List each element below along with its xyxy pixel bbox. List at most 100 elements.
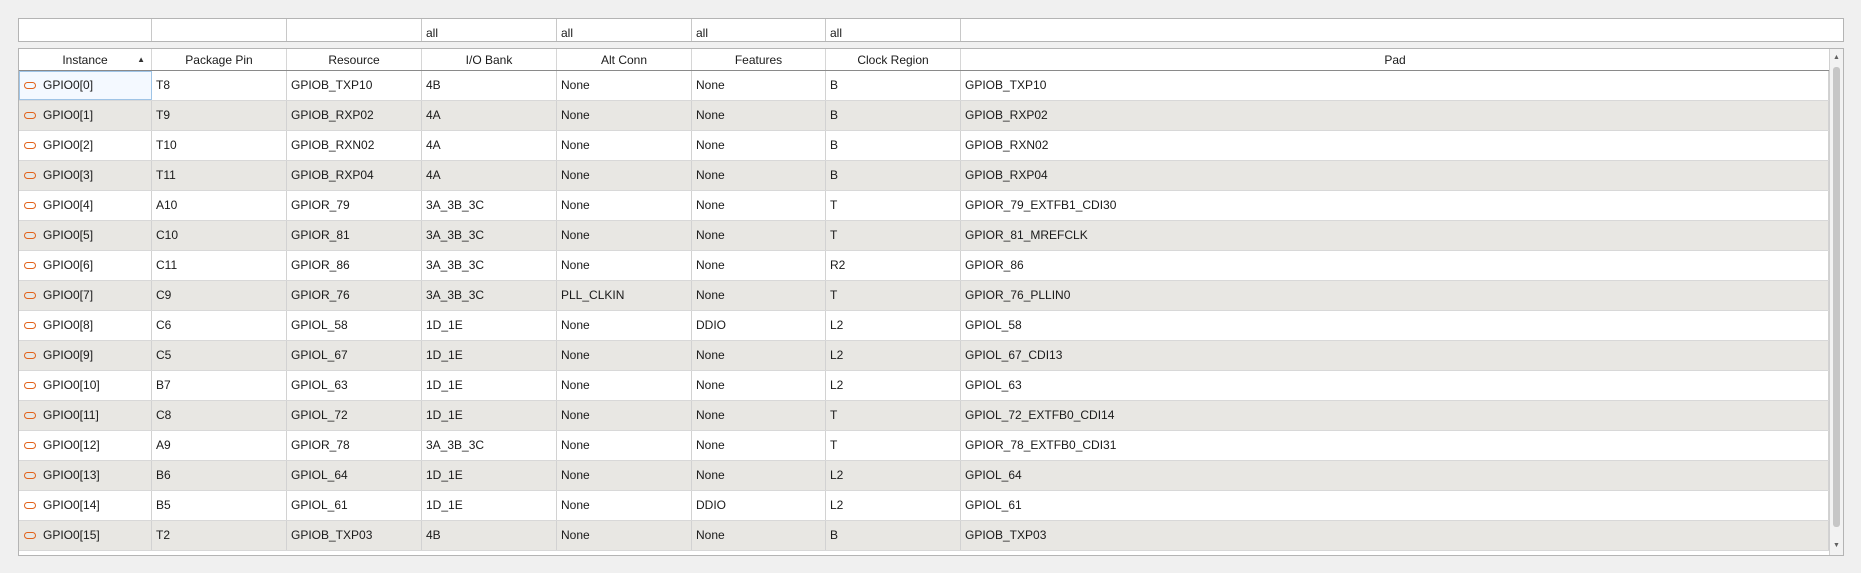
cell-io-bank[interactable]: 1D_1E [422, 461, 557, 490]
cell-package-pin[interactable]: T10 [152, 131, 287, 160]
filter-pad[interactable] [961, 19, 1843, 41]
cell-io-bank[interactable]: 4A [422, 161, 557, 190]
cell-resource[interactable]: GPIOR_79 [287, 191, 422, 220]
cell-clock-region[interactable]: T [826, 281, 961, 310]
cell-resource[interactable]: GPIOL_64 [287, 461, 422, 490]
filter-io-bank[interactable]: all [422, 19, 557, 41]
table-row[interactable]: GPIO0[8] C6 GPIOL_58 1D_1E None DDIO L2 GPIOL_5… [19, 311, 1829, 341]
cell-pad[interactable]: GPIOL_64 [961, 461, 1829, 490]
cell-io-bank[interactable]: 1D_1E [422, 401, 557, 430]
cell-instance[interactable]: GPIO0[4] [19, 191, 152, 220]
table-row[interactable]: GPIO0[1] T9 GPIOB_RXP02 4A None None B GPIOB_RX… [19, 101, 1829, 131]
cell-instance[interactable]: GPIO0[13] [19, 461, 152, 490]
cell-instance[interactable]: GPIO0[12] [19, 431, 152, 460]
cell-alt-conn[interactable]: PLL_CLKIN [557, 281, 692, 310]
cell-package-pin[interactable]: A9 [152, 431, 287, 460]
cell-alt-conn[interactable]: None [557, 341, 692, 370]
cell-package-pin[interactable]: B7 [152, 371, 287, 400]
scroll-thumb[interactable] [1833, 67, 1840, 527]
cell-pad[interactable]: GPIOR_86 [961, 251, 1829, 280]
cell-pad[interactable]: GPIOL_67_CDI13 [961, 341, 1829, 370]
cell-resource[interactable]: GPIOR_86 [287, 251, 422, 280]
table-row[interactable]: GPIO0[4] A10 GPIOR_79 3A_3B_3C None None T GPIO… [19, 191, 1829, 221]
cell-resource[interactable]: GPIOL_63 [287, 371, 422, 400]
table-row[interactable]: GPIO0[15] T2 GPIOB_TXP03 4B None None B GPIOB_T… [19, 521, 1829, 551]
cell-alt-conn[interactable]: None [557, 431, 692, 460]
cell-features[interactable]: None [692, 71, 826, 100]
cell-io-bank[interactable]: 1D_1E [422, 311, 557, 340]
column-header-instance[interactable]: Instance ▲ [19, 49, 152, 70]
filter-package-pin[interactable] [152, 19, 287, 41]
cell-package-pin[interactable]: T9 [152, 101, 287, 130]
cell-features[interactable]: None [692, 281, 826, 310]
table-row[interactable]: GPIO0[11] C8 GPIOL_72 1D_1E None None T GPIOL_7… [19, 401, 1829, 431]
cell-resource[interactable]: GPIOL_61 [287, 491, 422, 520]
cell-pad[interactable]: GPIOR_79_EXTFB1_CDI30 [961, 191, 1829, 220]
cell-features[interactable]: None [692, 371, 826, 400]
scroll-up-icon[interactable]: ▲ [1830, 51, 1843, 65]
cell-pad[interactable]: GPIOB_RXP04 [961, 161, 1829, 190]
cell-resource[interactable]: GPIOB_TXP10 [287, 71, 422, 100]
cell-instance[interactable]: GPIO0[0] [19, 71, 152, 100]
table-row[interactable]: GPIO0[12] A9 GPIOR_78 3A_3B_3C None None T GPIO… [19, 431, 1829, 461]
cell-io-bank[interactable]: 3A_3B_3C [422, 281, 557, 310]
cell-resource[interactable]: GPIOR_76 [287, 281, 422, 310]
cell-instance[interactable]: GPIO0[9] [19, 341, 152, 370]
cell-pad[interactable]: GPIOR_81_MREFCLK [961, 221, 1829, 250]
column-header-alt-conn[interactable]: Alt Conn [557, 49, 692, 70]
cell-features[interactable]: None [692, 401, 826, 430]
cell-resource[interactable]: GPIOR_81 [287, 221, 422, 250]
cell-instance[interactable]: GPIO0[3] [19, 161, 152, 190]
cell-alt-conn[interactable]: None [557, 311, 692, 340]
cell-resource[interactable]: GPIOB_RXN02 [287, 131, 422, 160]
cell-pad[interactable]: GPIOB_TXP10 [961, 71, 1829, 100]
cell-clock-region[interactable]: T [826, 401, 961, 430]
cell-io-bank[interactable]: 4A [422, 131, 557, 160]
cell-instance[interactable]: GPIO0[6] [19, 251, 152, 280]
cell-instance[interactable]: GPIO0[10] [19, 371, 152, 400]
cell-instance[interactable]: GPIO0[8] [19, 311, 152, 340]
cell-io-bank[interactable]: 3A_3B_3C [422, 431, 557, 460]
cell-resource[interactable]: GPIOR_78 [287, 431, 422, 460]
cell-package-pin[interactable]: T2 [152, 521, 287, 550]
cell-clock-region[interactable]: T [826, 431, 961, 460]
cell-alt-conn[interactable]: None [557, 161, 692, 190]
table-row[interactable]: GPIO0[13] B6 GPIOL_64 1D_1E None None L2 GPIOL_… [19, 461, 1829, 491]
cell-resource[interactable]: GPIOL_72 [287, 401, 422, 430]
column-header-package-pin[interactable]: Package Pin [152, 49, 287, 70]
table-row[interactable]: GPIO0[10] B7 GPIOL_63 1D_1E None None L2 GPIOL_… [19, 371, 1829, 401]
cell-features[interactable]: None [692, 341, 826, 370]
filter-instance[interactable] [19, 19, 152, 41]
cell-package-pin[interactable]: T8 [152, 71, 287, 100]
cell-features[interactable]: None [692, 101, 826, 130]
cell-io-bank[interactable]: 4A [422, 101, 557, 130]
table-row[interactable]: GPIO0[0] T8 GPIOB_TXP10 4B None None B GPIOB_TX… [19, 71, 1829, 101]
cell-io-bank[interactable]: 4B [422, 521, 557, 550]
cell-clock-region[interactable]: T [826, 191, 961, 220]
table-row[interactable]: GPIO0[5] C10 GPIOR_81 3A_3B_3C None None T GPIO… [19, 221, 1829, 251]
table-row[interactable]: GPIO0[7] C9 GPIOR_76 3A_3B_3C PLL_CLKIN None T… [19, 281, 1829, 311]
cell-clock-region[interactable]: L2 [826, 341, 961, 370]
cell-resource[interactable]: GPIOL_58 [287, 311, 422, 340]
cell-clock-region[interactable]: L2 [826, 491, 961, 520]
cell-pad[interactable]: GPIOR_76_PLLIN0 [961, 281, 1829, 310]
cell-clock-region[interactable]: B [826, 101, 961, 130]
cell-instance[interactable]: GPIO0[15] [19, 521, 152, 550]
cell-resource[interactable]: GPIOB_TXP03 [287, 521, 422, 550]
cell-features[interactable]: None [692, 191, 826, 220]
cell-package-pin[interactable]: C5 [152, 341, 287, 370]
cell-resource[interactable]: GPIOL_67 [287, 341, 422, 370]
cell-io-bank[interactable]: 3A_3B_3C [422, 221, 557, 250]
cell-instance[interactable]: GPIO0[5] [19, 221, 152, 250]
table-row[interactable]: GPIO0[6] C11 GPIOR_86 3A_3B_3C None None R2 GPI… [19, 251, 1829, 281]
cell-pad[interactable]: GPIOL_58 [961, 311, 1829, 340]
cell-instance[interactable]: GPIO0[1] [19, 101, 152, 130]
cell-clock-region[interactable]: R2 [826, 251, 961, 280]
table-row[interactable]: GPIO0[3] T11 GPIOB_RXP04 4A None None B GPIOB_R… [19, 161, 1829, 191]
cell-clock-region[interactable]: B [826, 131, 961, 160]
cell-instance[interactable]: GPIO0[14] [19, 491, 152, 520]
cell-io-bank[interactable]: 3A_3B_3C [422, 191, 557, 220]
cell-clock-region[interactable]: T [826, 221, 961, 250]
cell-io-bank[interactable]: 1D_1E [422, 371, 557, 400]
cell-clock-region[interactable]: L2 [826, 461, 961, 490]
